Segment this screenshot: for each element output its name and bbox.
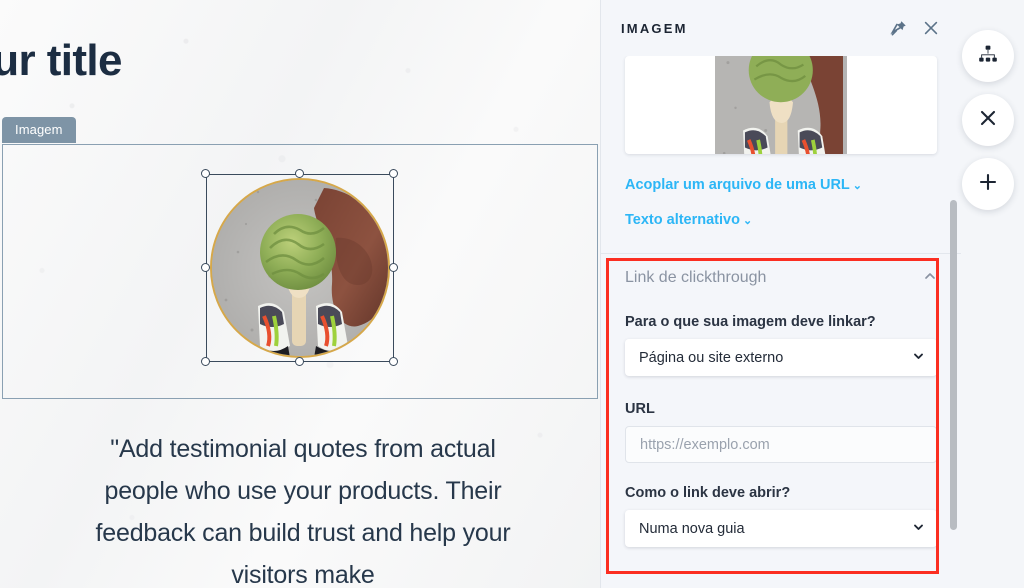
plus-icon [977,171,999,198]
image-settings-panel: IMAGEM Acoplar um arquivo de uma URL ⌄ T… [600,0,961,588]
resize-handle-middle-right[interactable] [389,263,398,272]
chevron-down-icon [912,349,925,366]
image-preview-thumbnail [715,56,847,154]
close-icon-button[interactable] [962,94,1014,146]
chevron-up-icon[interactable] [923,269,937,288]
page-canvas[interactable]: our title Imagem [0,0,600,588]
plus-icon-button[interactable] [962,158,1014,210]
clickthrough-section-header[interactable]: Link de clickthrough [601,254,961,302]
attach-url-row: Acoplar um arquivo de uma URL ⌄ [601,176,961,194]
app-root: our title Imagem [0,0,1024,588]
sitemap-icon-button[interactable] [962,30,1014,82]
panel-header: IMAGEM [601,0,960,56]
link-target-field: Página ou site externo [601,339,961,376]
resize-handle-top-right[interactable] [389,169,398,178]
panel-title: IMAGEM [621,20,688,36]
page-title: our title [0,36,123,85]
attach-file-from-url-link[interactable]: Acoplar um arquivo de uma URL ⌄ [625,178,862,193]
image-preview-card[interactable] [625,56,937,154]
link-open-field: Numa nova guia [601,510,961,547]
element-type-tab[interactable]: Imagem [2,117,76,143]
alt-text-row: Texto alternativo ⌄ [601,211,961,229]
attach-file-from-url-label: Acoplar um arquivo de uma URL [625,177,850,193]
chevron-down-icon: ⌄ [852,180,863,192]
link-open-label: Como o link deve abrir? [625,485,791,501]
panel-scrollbar-track[interactable] [950,112,957,588]
url-input[interactable] [625,426,937,463]
link-open-value: Numa nova guia [639,520,745,537]
sitemap-icon [977,43,999,70]
chevron-down-icon: ⌄ [742,215,753,227]
close-icon [977,107,999,134]
link-target-value: Página ou site externo [639,349,784,366]
resize-handle-top-center[interactable] [295,169,304,178]
resize-handle-middle-left[interactable] [201,263,210,272]
floating-action-buttons [962,30,1014,210]
url-field [601,426,961,463]
panel-body[interactable]: Acoplar um arquivo de uma URL ⌄ Texto alt… [601,56,961,588]
resize-handle-top-left[interactable] [201,169,210,178]
resize-handle-bottom-left[interactable] [201,357,210,366]
link-target-select[interactable]: Página ou site externo [625,339,937,376]
close-icon[interactable] [922,19,940,37]
link-target-label: Para o que sua imagem deve linkar? [625,314,876,330]
resize-handle-bottom-center[interactable] [295,357,304,366]
selection-outline [206,174,394,362]
pin-icon[interactable] [890,19,908,37]
clickthrough-section-label: Link de clickthrough [625,269,767,286]
selected-image-wrapper[interactable] [201,169,398,366]
matcha-ice-cream-photo-preview [715,56,843,154]
panel-scrollbar-thumb[interactable] [950,200,957,530]
resize-handle-bottom-right[interactable] [389,357,398,366]
testimonial-text[interactable]: "Add testimonial quotes from actual peop… [88,428,518,588]
url-label: URL [625,401,655,417]
panel-header-actions [890,19,940,37]
alt-text-label: Texto alternativo [625,212,740,228]
chevron-down-icon [912,520,925,537]
link-open-select[interactable]: Numa nova guia [625,510,937,547]
alt-text-link[interactable]: Texto alternativo ⌄ [625,213,752,228]
